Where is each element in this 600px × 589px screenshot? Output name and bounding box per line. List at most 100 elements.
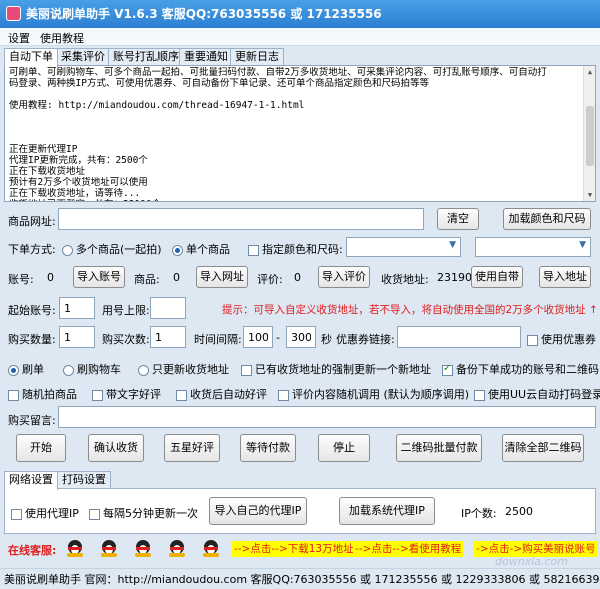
color-size-checkbox[interactable]: 指定颜色和尺码: — [248, 241, 343, 257]
clear-all-qr-button[interactable]: 清除全部二维码 — [502, 434, 584, 462]
log-line: 收货地址已下载完，共有：23190个 — [9, 199, 591, 201]
address-count-value: 23190 — [437, 271, 472, 284]
import-address-button[interactable]: 导入地址 — [539, 266, 591, 288]
purchase-qty-input[interactable] — [59, 326, 95, 348]
qq-penguin-icon[interactable] — [100, 539, 118, 557]
download-address-link[interactable]: -->点击-->下载13万地址 — [232, 541, 356, 557]
random-product-check-icon — [8, 389, 19, 401]
uu-captcha-checkbox[interactable]: 使用UU云自动打码登录 — [474, 386, 600, 402]
random-product-checkbox[interactable]: 随机拍商品 — [8, 386, 77, 402]
message-input[interactable] — [58, 406, 596, 428]
qr-batch-pay-button[interactable]: 二维码批量付款 — [396, 434, 482, 462]
use-proxy-checkbox[interactable]: 使用代理IP — [11, 505, 79, 521]
qq-penguin-icon[interactable] — [134, 539, 152, 557]
load-color-size-button[interactable]: 加载颜色和尺码 — [503, 208, 591, 230]
tab-shuffle-accounts[interactable]: 账号打乱顺序 — [108, 48, 184, 66]
tab-captcha-settings[interactable]: 打码设置 — [57, 471, 111, 489]
log-scrollbar[interactable]: ▲ ▼ — [583, 66, 595, 201]
log-textarea[interactable]: 可刷单、可刷购物车、可多个商品一起拍、可批量扫码付款、自带2万多收货地址、可采集… — [4, 65, 596, 202]
coupon-link-input[interactable] — [397, 326, 521, 348]
tab-collect-reviews[interactable]: 采集评价 — [56, 48, 110, 66]
menu-tutorial[interactable]: 使用教程 — [40, 30, 84, 46]
qq-penguin-icon[interactable] — [202, 539, 220, 557]
use-coupon-checkbox[interactable]: 使用优惠券 — [527, 331, 596, 347]
radio-multi-product[interactable]: 多个商品(一起拍) — [62, 241, 162, 257]
auto-review-checkbox[interactable]: 收货后自动好评 — [176, 386, 267, 402]
use-proxy-check-icon — [11, 508, 22, 520]
import-review-button[interactable]: 导入评价 — [318, 266, 370, 288]
start-account-input[interactable] — [59, 297, 95, 319]
tab-network-settings[interactable]: 网络设置 — [4, 471, 58, 490]
random-review-checkbox[interactable]: 评价内容随机调用 (默认为顺序调用) — [278, 386, 469, 402]
text-review-check-icon — [92, 389, 103, 401]
qq-penguin-icon[interactable] — [66, 539, 84, 557]
window-title: 美丽说刷单助手 V1.6.3 客服QQ:763035556 或 17123555… — [26, 7, 382, 21]
log-lines: 可刷单、可刷购物车、可多个商品一起拍、可批量扫码付款、自带2万多收货地址、可采集… — [9, 67, 591, 201]
import-own-proxy-button[interactable]: 导入自己的代理IP — [209, 497, 307, 525]
log-line: 正在更新代理IP — [9, 144, 78, 155]
main-tabs: 自动下单 采集评价 账号打乱顺序 重要通知 更新日志 — [4, 48, 600, 67]
random-review-check-icon — [278, 389, 289, 401]
tab-auto-order[interactable]: 自动下单 — [4, 48, 58, 67]
stop-button[interactable]: 停止 — [318, 434, 370, 462]
ip-count-value: 2500 — [505, 505, 533, 518]
menu-settings[interactable]: 设置 — [8, 30, 30, 46]
use-builtin-address-button[interactable]: 使用自带 — [471, 266, 523, 288]
interval-label: 时间间隔: — [194, 333, 242, 346]
review-count-value: 0 — [294, 271, 301, 284]
coupon-link-label: 优惠券链接: — [336, 333, 395, 346]
load-system-proxy-button[interactable]: 加载系统代理IP — [339, 497, 435, 525]
confirm-receipt-button[interactable]: 确认收货 — [88, 434, 144, 462]
interval-from-input[interactable] — [243, 326, 273, 348]
interval-to-input[interactable] — [286, 326, 316, 348]
account-limit-input[interactable] — [150, 297, 186, 319]
import-account-button[interactable]: 导入账号 — [73, 266, 125, 288]
radio-update-address-only[interactable]: 只更新收货地址 — [138, 361, 229, 377]
clear-button[interactable]: 清空 — [437, 208, 479, 230]
radio-brush-order[interactable]: 刷单 — [8, 361, 44, 377]
log-line: 可刷单、可刷购物车、可多个商品一起拍、可批量扫码付款、自带2万多收货地址、可采集… — [9, 67, 547, 78]
radio-single-product[interactable]: 单个商品 — [172, 241, 230, 257]
purchase-times-input[interactable] — [150, 326, 186, 348]
scroll-up-icon[interactable]: ▲ — [585, 67, 595, 77]
backup-qr-checkbox[interactable]: 备份下单成功的账号和二维码 — [442, 361, 599, 377]
import-url-button[interactable]: 导入网址 — [196, 266, 248, 288]
radio-brush-order-icon — [8, 364, 19, 376]
refresh-proxy-check-icon — [89, 508, 100, 520]
interval-unit: 秒 — [321, 333, 332, 346]
interval-dash: - — [276, 331, 280, 344]
log-line: 正在下载收货地址 — [9, 166, 86, 177]
text-review-checkbox[interactable]: 带文字好评 — [92, 386, 161, 402]
five-star-review-button[interactable]: 五星好评 — [164, 434, 220, 462]
refresh-proxy-checkbox[interactable]: 每隔5分钟更新一次 — [89, 505, 198, 521]
purchase-qty-label: 购买数量: — [8, 333, 56, 346]
scroll-down-icon[interactable]: ▼ — [585, 190, 595, 200]
product-count-value: 0 — [173, 271, 180, 284]
wait-payment-button[interactable]: 等待付款 — [240, 434, 296, 462]
log-line: 使用教程: http://miandoudou.com/thread-16947… — [9, 100, 305, 111]
account-limit-label: 用号上限: — [102, 304, 150, 317]
color-select[interactable]: ▼ — [346, 237, 461, 257]
tab-notice[interactable]: 重要通知 — [179, 48, 233, 66]
tab-changelog[interactable]: 更新日志 — [230, 48, 284, 66]
radio-brush-cart[interactable]: 刷购物车 — [63, 361, 121, 377]
qq-penguin-icon[interactable] — [168, 539, 186, 557]
use-coupon-check-icon — [527, 334, 538, 346]
address-count-label: 收货地址: — [381, 273, 429, 286]
auto-review-check-icon — [176, 389, 187, 401]
tutorial-link[interactable]: -->点击-->看使用教程 — [353, 541, 464, 557]
online-support-label: 在线客服: — [8, 544, 57, 557]
product-count-label: 商品: — [134, 273, 160, 286]
start-account-label: 起始账号: — [8, 304, 56, 317]
size-select[interactable]: ▼ — [475, 237, 591, 257]
log-line: 正在下载收货地址，请等待... — [9, 188, 141, 199]
start-button[interactable]: 开始 — [16, 434, 66, 462]
scroll-thumb[interactable] — [586, 106, 594, 166]
force-new-address-checkbox[interactable]: 已有收货地址的强制更新一个新地址 — [241, 361, 431, 377]
account-count-label: 账号: — [8, 273, 34, 286]
chevron-down-icon: ▼ — [449, 240, 456, 250]
watermark: downxia.com — [495, 555, 568, 568]
product-url-input[interactable] — [58, 208, 424, 230]
